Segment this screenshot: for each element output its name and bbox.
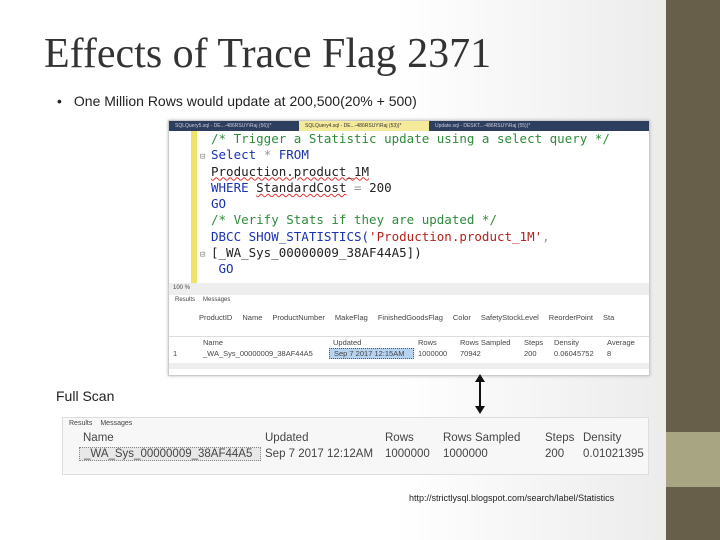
- column-header: Density: [583, 432, 622, 444]
- code-line: Production.product_1M: [211, 163, 370, 179]
- ssms-screenshot: SQLQuery5.sql - DE...-486RSUY\Raj (56))*…: [168, 120, 650, 376]
- tab-query5[interactable]: SQLQuery5.sql - DE...-486RSUY\Raj (56))*: [169, 121, 299, 131]
- column-header: Density: [554, 338, 580, 347]
- column-header: Name: [242, 313, 263, 322]
- column-header: ProductID: [199, 313, 233, 322]
- code-editor[interactable]: ⊟ ⊟ /* Trigger a Statistic update using …: [169, 131, 649, 283]
- grid-header: Name Updated Rows Rows Sampled Steps Den…: [169, 337, 649, 348]
- full-scan-results: Results Messages Name Updated Rows Rows S…: [62, 417, 649, 475]
- cell[interactable]: _WA_Sys_00000009_38AF44A5: [199, 349, 329, 358]
- code-line: GO: [211, 196, 227, 212]
- cell[interactable]: 1000000: [381, 448, 439, 460]
- column-header: Rows Sampled: [460, 338, 511, 347]
- column-header: MakeFlag: [334, 313, 368, 322]
- tab-query4[interactable]: SQLQuery4.sql - DE...-486RSUY\Raj (53))*: [299, 121, 429, 131]
- cell[interactable]: 0.06045752: [550, 349, 603, 358]
- code-line: [_WA_Sys_00000009_38AF44A5]): [211, 245, 422, 261]
- code-line: GO: [218, 261, 234, 277]
- code-token: ,: [542, 228, 550, 244]
- fold-icon[interactable]: ⊟: [200, 247, 205, 263]
- source-link[interactable]: http://strictlysql.blogspot.com/search/l…: [409, 493, 614, 503]
- full-scan-label: Full Scan: [56, 388, 115, 404]
- change-gutter: [191, 131, 197, 283]
- column-header: Rows: [418, 338, 437, 347]
- cell[interactable]: 0.01021395: [579, 448, 644, 460]
- cell[interactable]: Sep 7 2017 12:12AM: [261, 448, 381, 460]
- row-number: 1: [173, 349, 178, 358]
- code-token: Select: [211, 147, 257, 163]
- messages-tab[interactable]: Messages: [100, 420, 132, 428]
- column-header: Rows Sampled: [443, 432, 521, 444]
- results-grid-1: ProductID Name ProductNumber MakeFlag Finish…: [169, 307, 649, 337]
- code-line: /* Trigger a Statistic update using a se…: [211, 131, 610, 146]
- cell-selected[interactable]: _WA_Sys_00000009_38AF44A5: [79, 447, 261, 461]
- code-token: 'Production.product_1M': [369, 228, 543, 244]
- code-token: WHERE: [211, 179, 249, 195]
- bullet-text: One Million Rows would update at 200,500…: [73, 93, 417, 109]
- double-arrow-icon: [475, 374, 485, 414]
- tab-update[interactable]: Update.sql - DESKT...-486RSUY\Raj (55))*: [429, 121, 559, 131]
- grid-header: Name Updated Rows Rows Sampled Steps Den…: [79, 430, 648, 446]
- code-line: /* Verify Stats if they are updated */: [211, 212, 497, 228]
- column-header: ProductNumber: [272, 313, 325, 322]
- cell[interactable]: 70942: [456, 349, 520, 358]
- cell[interactable]: 200: [541, 448, 579, 460]
- zoom-level[interactable]: 100 %: [169, 283, 649, 295]
- column-header: FinishedGoodsFlag: [377, 313, 443, 322]
- horizontal-scrollbar[interactable]: [169, 363, 649, 369]
- cell-selected[interactable]: Sep 7 2017 12:15AM: [329, 348, 414, 359]
- table-row[interactable]: 1 _WA_Sys_00000009_38AF44A5 Sep 7 2017 1…: [169, 348, 649, 359]
- results-tab[interactable]: Results: [175, 297, 195, 305]
- column-header: ReorderPoint: [548, 313, 593, 322]
- column-header: Steps: [524, 338, 544, 347]
- column-header: SafetyStockLevel: [480, 313, 539, 322]
- messages-tab[interactable]: Messages: [203, 297, 230, 305]
- side-bar-dark: [666, 0, 720, 432]
- table-row[interactable]: _WA_Sys_00000009_38AF44A5 Sep 7 2017 12:…: [79, 446, 648, 462]
- code-token: StandardCost: [256, 179, 347, 195]
- column-header: Rows: [385, 432, 414, 444]
- code-token: FROM: [278, 147, 309, 163]
- side-bar-dark-bottom: [666, 487, 720, 540]
- column-header: Color: [452, 313, 471, 322]
- results-grid-2: Name Updated Rows Rows Sampled Steps Den…: [169, 337, 649, 369]
- cell[interactable]: 1000000: [439, 448, 541, 460]
- results-tab[interactable]: Results: [69, 420, 92, 428]
- column-header: Name: [203, 338, 224, 347]
- cell[interactable]: 8: [603, 349, 611, 358]
- side-bar-light: [666, 432, 720, 487]
- slide-title: Effects of Trace Flag 2371: [44, 31, 492, 77]
- code-token: DBCC SHOW_STATISTICS(: [211, 228, 370, 244]
- column-header: Steps: [545, 432, 575, 444]
- column-header: Updated: [265, 432, 309, 444]
- code-token: *: [263, 147, 272, 163]
- code-token: =: [354, 179, 362, 195]
- code-token: 200: [369, 179, 392, 195]
- bullet-item: • One Million Rows would update at 200,50…: [57, 93, 417, 109]
- cell[interactable]: 1000000: [414, 349, 456, 358]
- fold-icon[interactable]: ⊟: [200, 149, 205, 165]
- column-header: Sta: [602, 313, 615, 322]
- column-header: Name: [83, 432, 114, 444]
- column-header: Average: [607, 338, 635, 347]
- cell[interactable]: 200: [520, 349, 550, 358]
- column-header: Updated: [333, 338, 362, 347]
- editor-tabs: SQLQuery5.sql - DE...-486RSUY\Raj (56))*…: [169, 121, 649, 131]
